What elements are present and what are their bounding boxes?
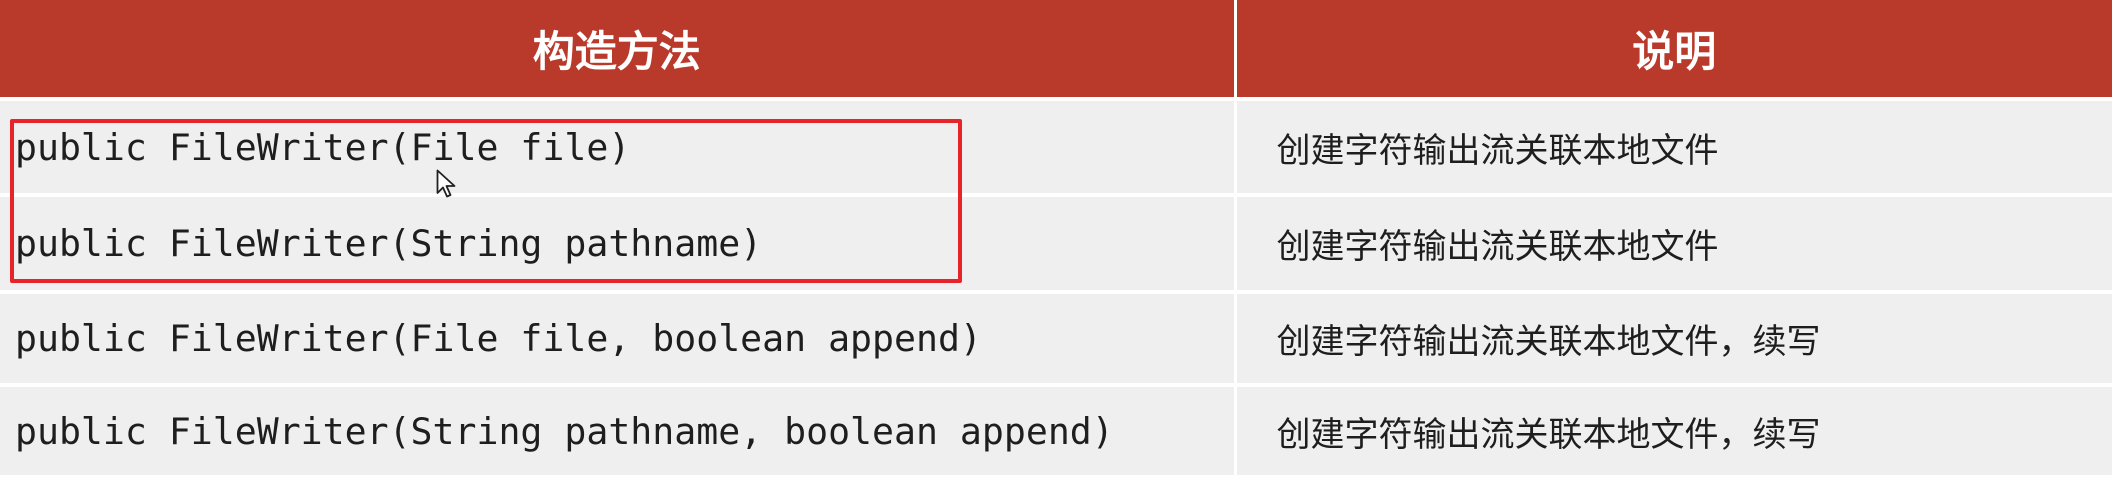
- slide: 构造方法 说明 public FileWriter(File file) 创建字…: [0, 0, 2112, 479]
- table-header-row: 构造方法 说明: [0, 0, 2112, 101]
- method-cell: public FileWriter(File file, boolean app…: [0, 292, 1237, 387]
- description-cell: 创建字符输出流关联本地文件，续写: [1235, 292, 2112, 387]
- description-cell: 创建字符输出流关联本地文件，续写: [1235, 385, 2112, 479]
- constructor-table: 构造方法 说明 public FileWriter(File file) 创建字…: [0, 0, 2112, 479]
- header-constructor: 构造方法: [0, 0, 1237, 101]
- method-cell: public FileWriter(String pathname): [0, 195, 1237, 294]
- method-cell: public FileWriter(String pathname, boole…: [0, 385, 1237, 479]
- mouse-pointer-icon: [436, 169, 456, 198]
- description-cell: 创建字符输出流关联本地文件: [1235, 195, 2112, 294]
- description-cell: 创建字符输出流关联本地文件: [1235, 99, 2112, 197]
- table-row: public FileWriter(File file) 创建字符输出流关联本地…: [0, 99, 2112, 197]
- table-row: public FileWriter(String pathname, boole…: [0, 385, 2112, 479]
- table-row: public FileWriter(String pathname) 创建字符输…: [0, 195, 2112, 294]
- method-cell: public FileWriter(File file): [0, 99, 1237, 197]
- header-description: 说明: [1235, 0, 2112, 101]
- table-row: public FileWriter(File file, boolean app…: [0, 292, 2112, 387]
